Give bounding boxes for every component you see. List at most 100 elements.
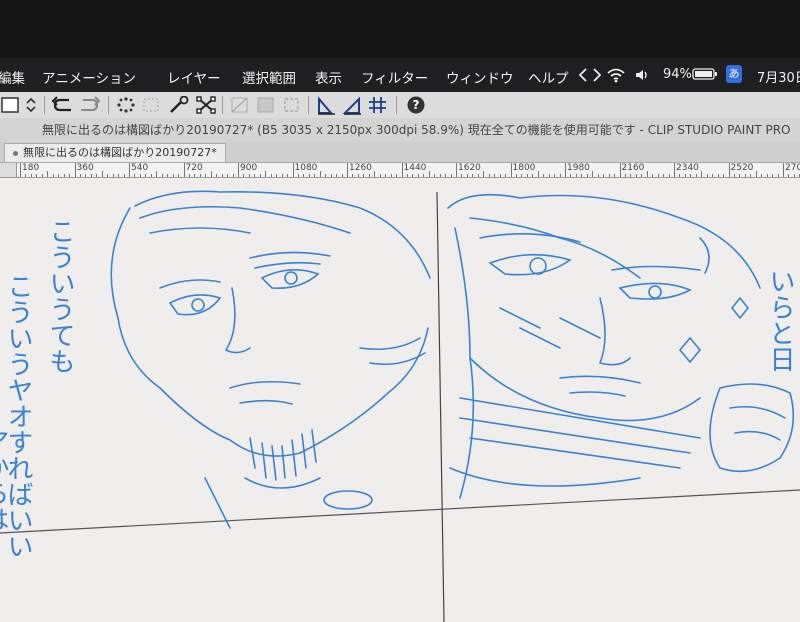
ruler-tick <box>777 174 779 177</box>
ruler-tick <box>695 174 697 177</box>
eyedropper-icon[interactable] <box>166 95 192 115</box>
help-icon[interactable]: ? <box>404 95 428 115</box>
ruler-label: 180 <box>22 163 40 173</box>
ruler-tick <box>368 174 370 177</box>
ruler-label: 1440 <box>403 163 427 173</box>
toolbar-divider <box>44 96 45 114</box>
ruler-tick <box>646 171 648 177</box>
ruler-tick <box>783 163 784 177</box>
input-method-indicator[interactable]: あ <box>726 65 742 83</box>
document-tab-label: 無限に出るのは構図ばかり20190727* <box>23 146 217 159</box>
menu-view[interactable]: 表示 <box>315 67 342 87</box>
menu-bar: 編集 アニメーション レイヤー 選択範囲 表示 フィルター ウィンドウ ヘルプ … <box>0 58 800 92</box>
ruler-tick <box>112 174 114 177</box>
ruler-label: 1620 <box>458 163 481 173</box>
ruler-tick <box>107 174 109 177</box>
menu-animation[interactable]: アニメーション <box>42 67 136 87</box>
ruler-tick <box>450 174 452 177</box>
handwriting-line-3: アからは <box>0 428 9 532</box>
ruler-tick <box>505 174 507 177</box>
ruler-tick <box>603 174 605 177</box>
ruler-tick <box>674 163 675 177</box>
horizontal-ruler[interactable]: 180 360 540 720 900 1080 1260 1440 1620 1800 1980 2… <box>0 163 800 178</box>
ruler-tick <box>624 174 626 177</box>
ruler-tick <box>58 174 60 177</box>
ruler-tick <box>717 174 719 177</box>
spinner-icon[interactable] <box>24 95 38 115</box>
ruler-tick <box>232 174 234 177</box>
page-border-line <box>0 489 800 534</box>
ruler-tick <box>69 174 71 177</box>
ruler-tick <box>412 174 414 177</box>
ruler-tick <box>570 174 572 177</box>
document-tab[interactable]: 無限に出るのは構図ばかり20190727* <box>4 143 226 162</box>
snap-grid-icon[interactable] <box>366 95 390 115</box>
ruler-tick <box>379 174 381 177</box>
battery-icon[interactable] <box>692 67 718 85</box>
snap-special-ruler-icon[interactable] <box>340 95 364 115</box>
fill-icon[interactable] <box>254 95 278 115</box>
ruler-tick <box>259 174 261 177</box>
ruler-tick <box>788 174 790 177</box>
undo-icon[interactable] <box>50 95 76 115</box>
menu-selection[interactable]: 選択範囲 <box>242 67 296 87</box>
ruler-tick <box>205 174 207 177</box>
ruler-tick <box>439 174 441 177</box>
ruler-tick <box>744 174 746 177</box>
ruler-tick <box>565 163 566 177</box>
battery-percent[interactable]: 94% <box>663 67 692 82</box>
ruler-tick <box>663 174 665 177</box>
menu-window[interactable]: ウィンドウ <box>446 67 514 87</box>
ruler-tick <box>739 174 741 177</box>
wifi-icon[interactable] <box>606 67 626 87</box>
invert-icon[interactable] <box>228 95 252 115</box>
menu-help[interactable]: ヘルプ <box>528 67 569 87</box>
ruler-tick <box>592 171 594 177</box>
ruler-tick <box>723 174 725 177</box>
ruler-tick <box>690 174 692 177</box>
ruler-label: 2520 <box>730 163 754 173</box>
ruler-tick <box>554 174 556 177</box>
ruler-tick <box>101 171 103 177</box>
ruler-tick <box>183 163 185 177</box>
layer-toggle-icon[interactable] <box>0 95 22 115</box>
border-icon[interactable] <box>280 95 304 115</box>
redo-icon[interactable] <box>78 95 102 115</box>
menu-filter[interactable]: フィルター <box>361 67 428 87</box>
menubar-date[interactable]: 7月30日 <box>757 67 800 86</box>
ruler-tick <box>341 174 343 177</box>
ruler-tick <box>276 174 278 177</box>
ruler-tick <box>766 174 768 177</box>
ruler-tick <box>270 174 272 177</box>
ruler-tick <box>679 174 681 177</box>
svg-text:?: ? <box>413 98 420 112</box>
clear-icon[interactable] <box>114 95 138 115</box>
ruler-tick <box>390 174 392 177</box>
ruler-label: 1980 <box>567 163 590 173</box>
left-face-sketch <box>110 190 431 529</box>
ruler-tick <box>357 174 359 177</box>
ruler-tick <box>330 174 332 177</box>
menu-edit[interactable]: 編集 <box>0 67 25 87</box>
drawing-canvas[interactable]: こういうても こういうヤオすればいい アからは いらと日 <box>0 178 800 622</box>
ruler-tick <box>532 174 534 177</box>
ruler-tick <box>641 174 643 177</box>
ruler-tick <box>281 174 283 177</box>
ruler-tick <box>597 174 599 177</box>
ruler-tick <box>548 174 550 177</box>
screen-bezel <box>0 0 800 58</box>
code-icon[interactable] <box>578 67 602 87</box>
select-all-icon[interactable] <box>140 95 162 115</box>
ruler-tick <box>265 171 267 177</box>
volume-icon[interactable] <box>634 67 650 87</box>
toolbar-divider <box>308 96 309 114</box>
transform-icon[interactable] <box>194 95 218 115</box>
snap-ruler-icon[interactable] <box>314 95 338 115</box>
toolbar-divider <box>222 96 223 114</box>
ruler-tick <box>123 174 125 177</box>
ruler-tick <box>712 174 714 177</box>
ruler-tick <box>221 174 223 177</box>
menu-layer[interactable]: レイヤー <box>167 67 221 87</box>
ruler-tick <box>85 174 87 177</box>
ruler-tick <box>303 174 305 177</box>
